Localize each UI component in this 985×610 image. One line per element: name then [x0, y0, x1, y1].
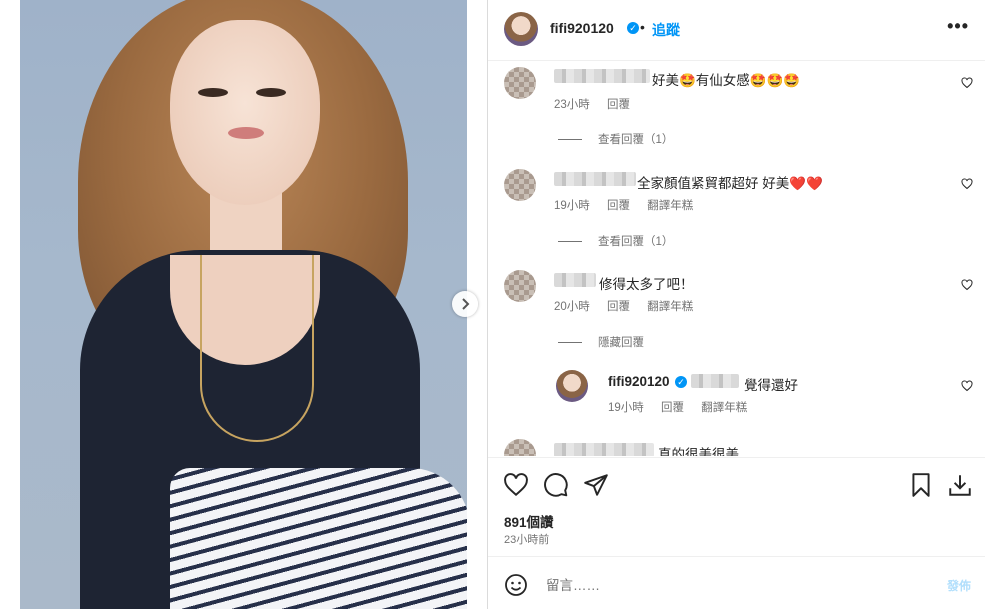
emoji-icon[interactable] [504, 573, 528, 597]
comment-time[interactable]: 23小時 [554, 99, 590, 111]
photo-lips [228, 127, 264, 139]
comment-avatar[interactable] [504, 439, 536, 456]
comment-like-icon[interactable] [961, 178, 973, 190]
save-bookmark-icon[interactable] [908, 472, 934, 498]
comment-input[interactable] [544, 574, 908, 596]
hide-replies-label: 隱藏回覆 [598, 337, 644, 349]
comment-avatar[interactable] [504, 169, 536, 201]
comments-list[interactable]: 好美🤩有仙女感🤩🤩🤩 23小時 回覆 查看回覆（1） 全家顏值紧貿都超好 好美❤… [488, 61, 985, 456]
post-time[interactable]: 23小時前 [504, 531, 549, 547]
media-pane [0, 0, 487, 609]
comment-avatar[interactable] [504, 270, 536, 302]
more-options-icon[interactable]: ••• [947, 16, 969, 37]
comment-username-blurred[interactable] [554, 443, 654, 456]
separator-dot: • [640, 19, 645, 35]
reply-time[interactable]: 19小時 [608, 402, 644, 414]
mention-blurred[interactable] [691, 374, 739, 388]
verified-badge-icon: ✓ [675, 376, 687, 388]
reply-button[interactable]: 回覆 [607, 301, 630, 313]
post-header: fifi920120 ✓ • 追蹤 ••• [488, 0, 985, 61]
comment-bubble-icon[interactable] [543, 472, 569, 498]
share-send-icon[interactable] [583, 472, 609, 498]
reply-author-avatar[interactable] [556, 370, 588, 402]
photo-necklace [200, 255, 314, 442]
comment-like-icon[interactable] [961, 279, 973, 291]
comment-like-icon[interactable] [961, 77, 973, 89]
next-photo-button[interactable] [452, 291, 478, 317]
translate-button[interactable]: 翻譯年糕 [647, 200, 693, 212]
comment-text: 修得太多了吧！ [599, 277, 694, 292]
reply-button[interactable]: 回覆 [607, 200, 630, 212]
follow-button[interactable]: 追蹤 [652, 20, 680, 40]
reply-author-username[interactable]: fifi920120 [608, 374, 670, 389]
photo-sleeve [170, 468, 467, 609]
chevron-right-icon [462, 298, 470, 310]
comment-time[interactable]: 19小時 [554, 200, 590, 212]
photo-eye-left [198, 88, 228, 97]
comment-text: 真的很美很美 [658, 447, 739, 456]
translate-button[interactable]: 翻譯年糕 [647, 301, 693, 313]
verified-badge-icon: ✓ [627, 22, 639, 34]
comment-like-icon[interactable] [961, 380, 973, 392]
comment-username-blurred[interactable] [554, 273, 596, 287]
photo-eye-right [256, 88, 286, 97]
hide-replies-button[interactable]: 隱藏回覆 [558, 334, 644, 350]
comment-meta: 20小時 回覆 翻譯年糕 [554, 298, 707, 314]
details-pane: fifi920120 ✓ • 追蹤 ••• 好美🤩有仙女感🤩🤩🤩 23小時 回覆… [488, 0, 985, 609]
post-photo[interactable] [20, 0, 467, 609]
comment-username-blurred[interactable] [554, 172, 636, 186]
action-bar [488, 457, 985, 510]
like-heart-icon[interactable] [503, 472, 529, 498]
view-replies-label: 查看回覆（1） [598, 134, 674, 146]
view-replies-button[interactable]: 查看回覆（1） [558, 233, 673, 249]
author-username[interactable]: fifi920120 [550, 20, 614, 36]
reply-text: 覺得還好 [744, 378, 798, 393]
translate-button[interactable]: 翻譯年糕 [701, 402, 747, 414]
comment-text: 好美🤩有仙女感🤩🤩🤩 [652, 73, 801, 88]
comment-text: 全家顏值紧貿都超好 好美❤️❤️ [637, 176, 823, 191]
comment-composer: 發佈 [488, 556, 985, 610]
reply-button[interactable]: 回覆 [661, 402, 684, 414]
author-avatar[interactable] [504, 12, 538, 46]
reply-button[interactable]: 回覆 [607, 99, 630, 111]
comment-username-blurred[interactable] [554, 69, 650, 83]
post-comment-button[interactable]: 發佈 [947, 577, 971, 594]
comment-meta: 19小時 回覆 翻譯年糕 [554, 197, 707, 213]
reply-meta: 19小時 回覆 翻譯年糕 [608, 399, 761, 415]
photo-face [170, 20, 320, 205]
comment-time[interactable]: 20小時 [554, 301, 590, 313]
comment-meta: 23小時 回覆 [554, 96, 644, 112]
view-replies-button[interactable]: 查看回覆（1） [558, 131, 673, 147]
download-icon[interactable] [947, 472, 973, 498]
view-replies-label: 查看回覆（1） [598, 236, 674, 248]
likes-count[interactable]: 891個讚 [504, 511, 554, 531]
comment-avatar[interactable] [504, 67, 536, 99]
